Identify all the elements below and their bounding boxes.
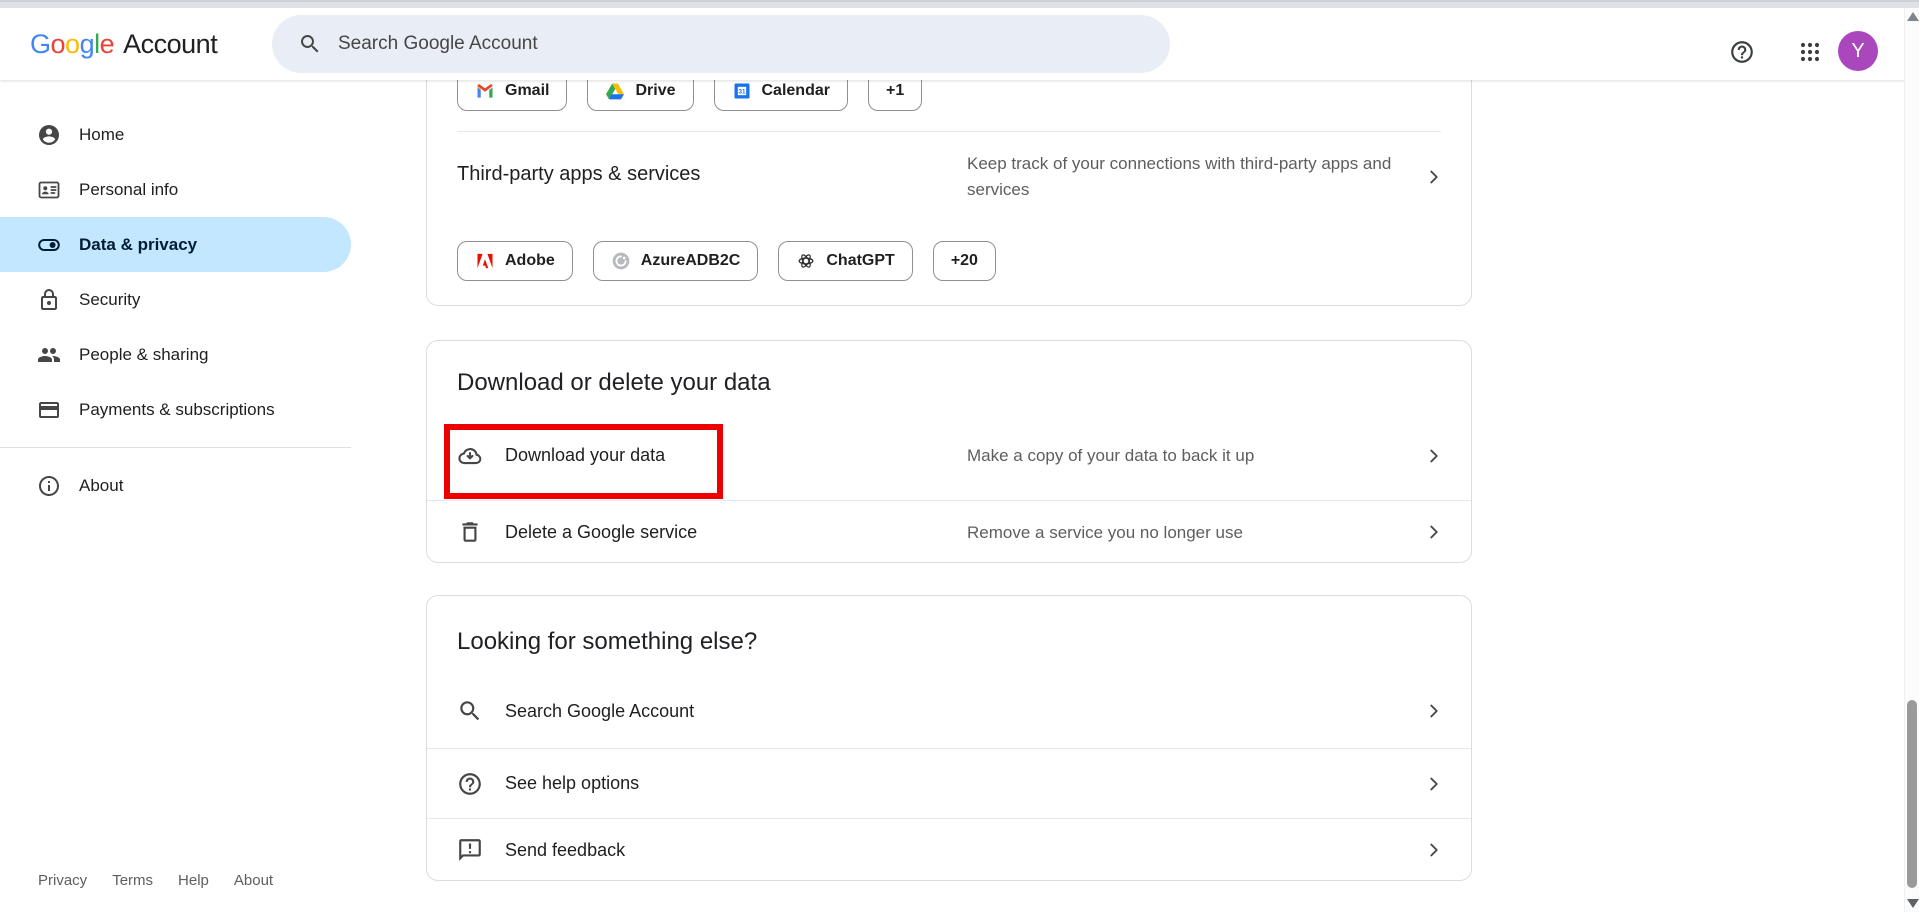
chip-adobe[interactable]: Adobe: [457, 241, 573, 281]
app-header: Google Account Y: [0, 8, 1919, 80]
sidebar-item-label: Payments & subscriptions: [79, 400, 275, 420]
chip-label: +20: [951, 252, 978, 270]
scrollbar-thumb[interactable]: [1907, 700, 1917, 888]
see-help-options-row[interactable]: See help options: [427, 749, 1471, 819]
security-lock-icon: [37, 288, 61, 312]
sidebar-item-label: People & sharing: [79, 345, 208, 365]
drive-icon: [605, 81, 625, 101]
account-avatar[interactable]: Y: [1838, 31, 1878, 71]
chip-chatgpt[interactable]: ChatGPT: [778, 241, 912, 281]
search-icon: [298, 32, 322, 56]
delete-google-service-row[interactable]: Delete a Google service Remove a service…: [427, 501, 1471, 563]
about-info-icon: [37, 474, 61, 498]
delete-trash-icon: [457, 519, 483, 545]
chip-label: Gmail: [505, 82, 549, 100]
sidebar-item-label: Data & privacy: [79, 235, 197, 255]
search-icon: [457, 698, 483, 724]
gmail-icon: [475, 81, 495, 101]
cloud-download-icon: [457, 443, 483, 469]
chevron-right-icon: [1423, 445, 1445, 467]
footer-link-privacy[interactable]: Privacy: [38, 872, 87, 889]
personal-info-card-icon: [37, 178, 61, 202]
chip-label: Adobe: [505, 252, 555, 270]
feedback-icon: [457, 837, 483, 863]
scroll-down-arrow-icon[interactable]: [1907, 899, 1919, 908]
sidebar-item-label: About: [79, 476, 123, 496]
chip-more-services[interactable]: +20: [933, 241, 996, 281]
third-party-description: Keep track of your connections with thir…: [967, 151, 1397, 203]
footer-link-terms[interactable]: Terms: [112, 872, 153, 889]
apps-grid-icon: [1798, 40, 1822, 64]
svg-text:31: 31: [738, 88, 745, 95]
azure-adb2c-icon: [611, 251, 631, 271]
card-divider: [457, 131, 1441, 132]
search-input[interactable]: [338, 33, 1098, 55]
sidebar-item-label: Personal info: [79, 180, 178, 200]
chevron-right-icon: [1423, 773, 1445, 795]
home-account-icon: [37, 123, 61, 147]
footer-link-help[interactable]: Help: [178, 872, 209, 889]
chevron-right-icon: [1423, 700, 1445, 722]
sidebar-nav: Home Personal info Data & privacy Securi…: [0, 80, 351, 513]
third-party-chips-row: Adobe AzureADB2C ChatGPT +20: [457, 241, 996, 281]
sidebar-item-data-privacy[interactable]: Data & privacy: [0, 217, 351, 272]
chatgpt-icon: [796, 251, 816, 271]
download-your-data-row[interactable]: Download your data Make a copy of your d…: [427, 411, 1471, 501]
footer-link-about[interactable]: About: [234, 872, 273, 889]
sidebar-item-about[interactable]: About: [0, 458, 351, 513]
chip-label: +1: [886, 82, 904, 100]
sidebar-item-people-sharing[interactable]: People & sharing: [0, 327, 351, 382]
page-footer-links: Privacy Terms Help About: [38, 872, 273, 889]
window-top-strip: [0, 0, 1919, 8]
avatar-letter: Y: [1851, 40, 1864, 63]
row-label: Send feedback: [505, 840, 625, 861]
account-search-bar[interactable]: [272, 15, 1170, 73]
chip-label: AzureADB2C: [641, 252, 741, 270]
sidebar-item-label: Security: [79, 290, 140, 310]
chip-label: ChatGPT: [826, 252, 894, 270]
chip-label: Calendar: [762, 82, 830, 100]
chevron-right-icon: [1423, 521, 1445, 543]
card-title: Looking for something else?: [457, 628, 757, 656]
sidebar-item-home[interactable]: Home: [0, 107, 351, 162]
chip-azureadb2c[interactable]: AzureADB2C: [593, 241, 759, 281]
page-scrollbar[interactable]: [1904, 8, 1919, 912]
chevron-right-icon: [1423, 839, 1445, 861]
google-account-logo[interactable]: Google Account: [30, 8, 217, 80]
sidebar-divider: [0, 447, 351, 448]
chip-label: Drive: [635, 82, 675, 100]
google-account-page: Google Account Y Home Personal info Dat: [0, 0, 1919, 912]
looking-for-card: Looking for something else? Search Googl…: [426, 595, 1472, 881]
calendar-icon: 31: [732, 81, 752, 101]
row-description: Remove a service you no longer use: [967, 520, 1397, 545]
row-label: See help options: [505, 773, 639, 794]
chevron-right-icon[interactable]: [1423, 166, 1445, 188]
row-label: Download your data: [505, 445, 665, 466]
logo-product-name: Account: [123, 29, 217, 60]
sidebar-item-security[interactable]: Security: [0, 272, 351, 327]
sidebar-item-payments[interactable]: Payments & subscriptions: [0, 382, 351, 437]
payments-card-icon: [37, 398, 61, 422]
adobe-icon: [475, 251, 495, 271]
google-logo-wordmark: Google: [30, 29, 114, 60]
sidebar-item-label: Home: [79, 125, 124, 145]
row-label: Search Google Account: [505, 701, 694, 722]
sidebar-item-personal-info[interactable]: Personal info: [0, 162, 351, 217]
data-privacy-toggle-icon: [37, 233, 61, 257]
help-button[interactable]: [1718, 28, 1766, 76]
google-apps-button[interactable]: [1786, 28, 1834, 76]
help-icon: [1729, 39, 1755, 65]
send-feedback-row[interactable]: Send feedback: [427, 819, 1471, 881]
row-description: Make a copy of your data to back it up: [967, 443, 1397, 468]
row-label: Delete a Google service: [505, 522, 697, 543]
scroll-up-arrow-icon[interactable]: [1907, 12, 1919, 21]
third-party-heading: Third-party apps & services: [457, 163, 700, 186]
download-delete-card: Download or delete your data Download yo…: [426, 340, 1472, 563]
search-google-account-row[interactable]: Search Google Account: [427, 674, 1471, 749]
people-sharing-icon: [37, 343, 61, 367]
card-title: Download or delete your data: [457, 369, 771, 397]
help-circle-icon: [457, 771, 483, 797]
